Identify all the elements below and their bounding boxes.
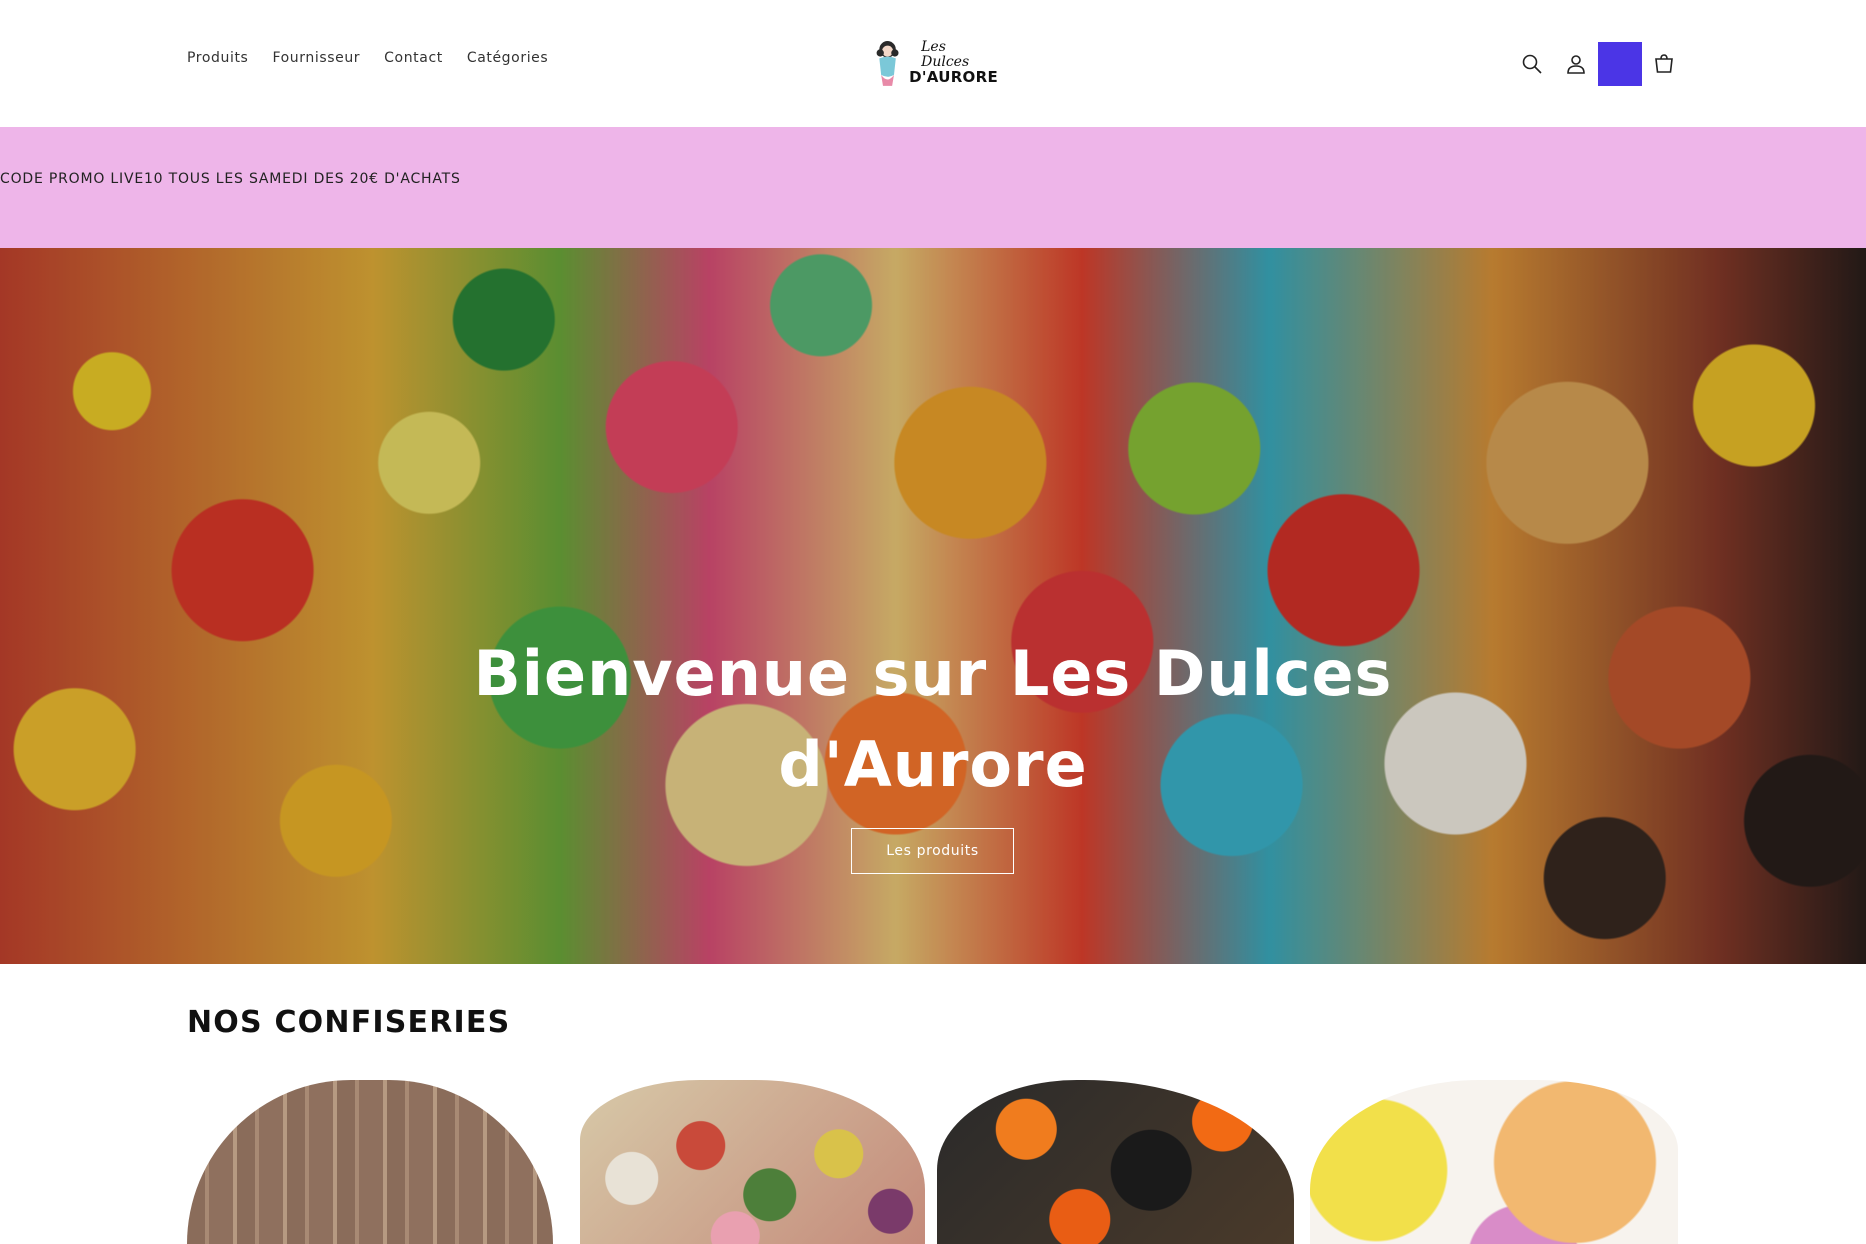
logo-line1: Les Dulces: [921, 39, 970, 71]
logo-line2: D'AURORE: [909, 67, 998, 86]
nav-item-fournisseur[interactable]: Fournisseur: [272, 50, 360, 66]
logo-text: Les Dulces D'AURORE: [909, 40, 998, 85]
nav-item-produits[interactable]: Produits: [187, 50, 248, 66]
site-header: Produits Fournisseur Contact Catégories …: [0, 0, 1866, 127]
hero-products-button[interactable]: Les produits: [851, 828, 1014, 874]
collection-card-2[interactable]: [580, 1080, 925, 1244]
search-icon: [1522, 54, 1542, 74]
logo-girl-icon: [876, 41, 899, 86]
collection-card-3[interactable]: [937, 1080, 1294, 1244]
account-icon: [1567, 55, 1585, 74]
cart-icon: [1655, 54, 1673, 73]
site-logo[interactable]: Les Dulces D'AURORE: [872, 35, 998, 91]
cart-button[interactable]: [1642, 42, 1686, 86]
hero-banner: Bienvenue sur Les Dulces d'Aurore Les pr…: [0, 248, 1866, 964]
announcement-bar: CODE PROMO LIVE10 TOUS LES SAMEDI DES 20…: [0, 127, 1866, 248]
nav-item-categories[interactable]: Catégories: [467, 50, 548, 66]
account-button[interactable]: [1554, 42, 1598, 86]
header-icons: [1510, 42, 1686, 86]
collection-card-4[interactable]: [1310, 1080, 1678, 1244]
hero-title: Bienvenue sur Les Dulces d'Aurore: [473, 637, 1393, 801]
announcement-text: CODE PROMO LIVE10 TOUS LES SAMEDI DES 20…: [0, 171, 461, 187]
accent-square-button[interactable]: [1598, 42, 1642, 86]
collection-card-1[interactable]: [187, 1080, 553, 1244]
collections-title: NOS CONFISERIES: [187, 1005, 511, 1040]
search-button[interactable]: [1510, 42, 1554, 86]
nav-item-contact[interactable]: Contact: [384, 50, 443, 66]
main-nav: Produits Fournisseur Contact Catégories: [187, 50, 548, 66]
